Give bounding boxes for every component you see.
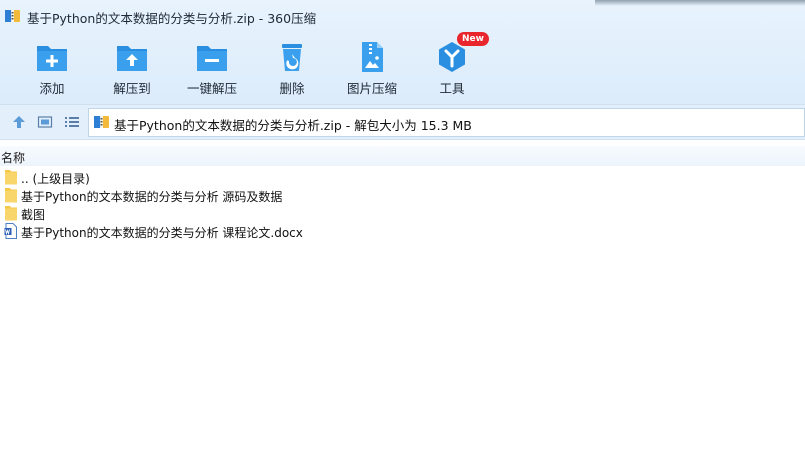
column-name-header[interactable]: 名称: [1, 149, 25, 166]
image-compress-button[interactable]: 图片压缩: [333, 38, 411, 98]
address-path: 基于Python的文本数据的分类与分析.zip - 解包大小为 15.3 MB: [114, 118, 472, 133]
title-bar: 基于Python的文本数据的分类与分析.zip - 360压缩: [0, 0, 805, 32]
column-header: 名称: [0, 146, 805, 166]
list-item-name: .. (上级目录): [21, 172, 90, 186]
zip-archive-icon: [5, 10, 20, 22]
delete-label: 删除: [279, 81, 305, 96]
one-click-extract-label: 一键解压: [186, 81, 237, 96]
address-bar[interactable]: 基于Python的文本数据的分类与分析.zip - 解包大小为 15.3 MB: [88, 108, 805, 137]
folder-icon: [5, 206, 17, 221]
recycle-bin-icon: [282, 44, 302, 71]
list-item-name: 基于Python的文本数据的分类与分析 源码及数据: [21, 190, 283, 204]
extract-to-button[interactable]: 解压到: [93, 38, 171, 98]
file-list: .. (上级目录) 基于Python的文本数据的分类与分析 源码及数据 截图 基…: [0, 168, 805, 240]
list-item-name: 截图: [21, 208, 46, 222]
list-view-icon[interactable]: [64, 114, 80, 130]
new-badge: New: [457, 32, 489, 46]
extract-to-icon: [117, 46, 147, 71]
list-item-source-folder[interactable]: 基于Python的文本数据的分类与分析 源码及数据: [0, 186, 805, 204]
list-item-docx-file[interactable]: 基于Python的文本数据的分类与分析 课程论文.docx: [0, 222, 805, 240]
delete-button[interactable]: 删除: [253, 38, 331, 98]
one-click-extract-icon: [197, 46, 227, 71]
navigation-bar: 基于Python的文本数据的分类与分析.zip - 解包大小为 15.3 MB: [0, 104, 805, 140]
thumbnail-view-icon[interactable]: [37, 114, 53, 130]
tools-label: 工具: [439, 81, 465, 96]
list-item-parent-dir[interactable]: .. (上级目录): [0, 168, 805, 186]
image-compress-icon: [362, 42, 383, 72]
folder-icon: [5, 170, 17, 185]
zip-archive-icon: [94, 116, 109, 128]
window-title: 基于Python的文本数据的分类与分析.zip - 360压缩: [27, 11, 317, 26]
word-document-icon: [4, 223, 17, 239]
one-click-extract-button[interactable]: 一键解压: [173, 38, 251, 98]
add-label: 添加: [39, 81, 65, 96]
title-shadow: [595, 0, 805, 6]
list-item-name: 基于Python的文本数据的分类与分析 课程论文.docx: [21, 226, 303, 240]
folder-icon: [5, 188, 17, 203]
add-button[interactable]: 添加: [13, 38, 91, 98]
image-compress-label: 图片压缩: [346, 81, 397, 96]
add-folder-icon: [37, 46, 67, 71]
list-item-screenshots-folder[interactable]: 截图: [0, 204, 805, 222]
tools-button[interactable]: New 工具: [413, 32, 491, 98]
toolbar: 添加 解压到 一键解压 删除 图片压缩 New 工具: [0, 32, 805, 104]
extract-to-label: 解压到: [113, 81, 151, 96]
app-window: 基于Python的文本数据的分类与分析.zip - 360压缩 添加 解压到 一…: [0, 0, 805, 459]
up-arrow-icon[interactable]: [11, 114, 27, 130]
